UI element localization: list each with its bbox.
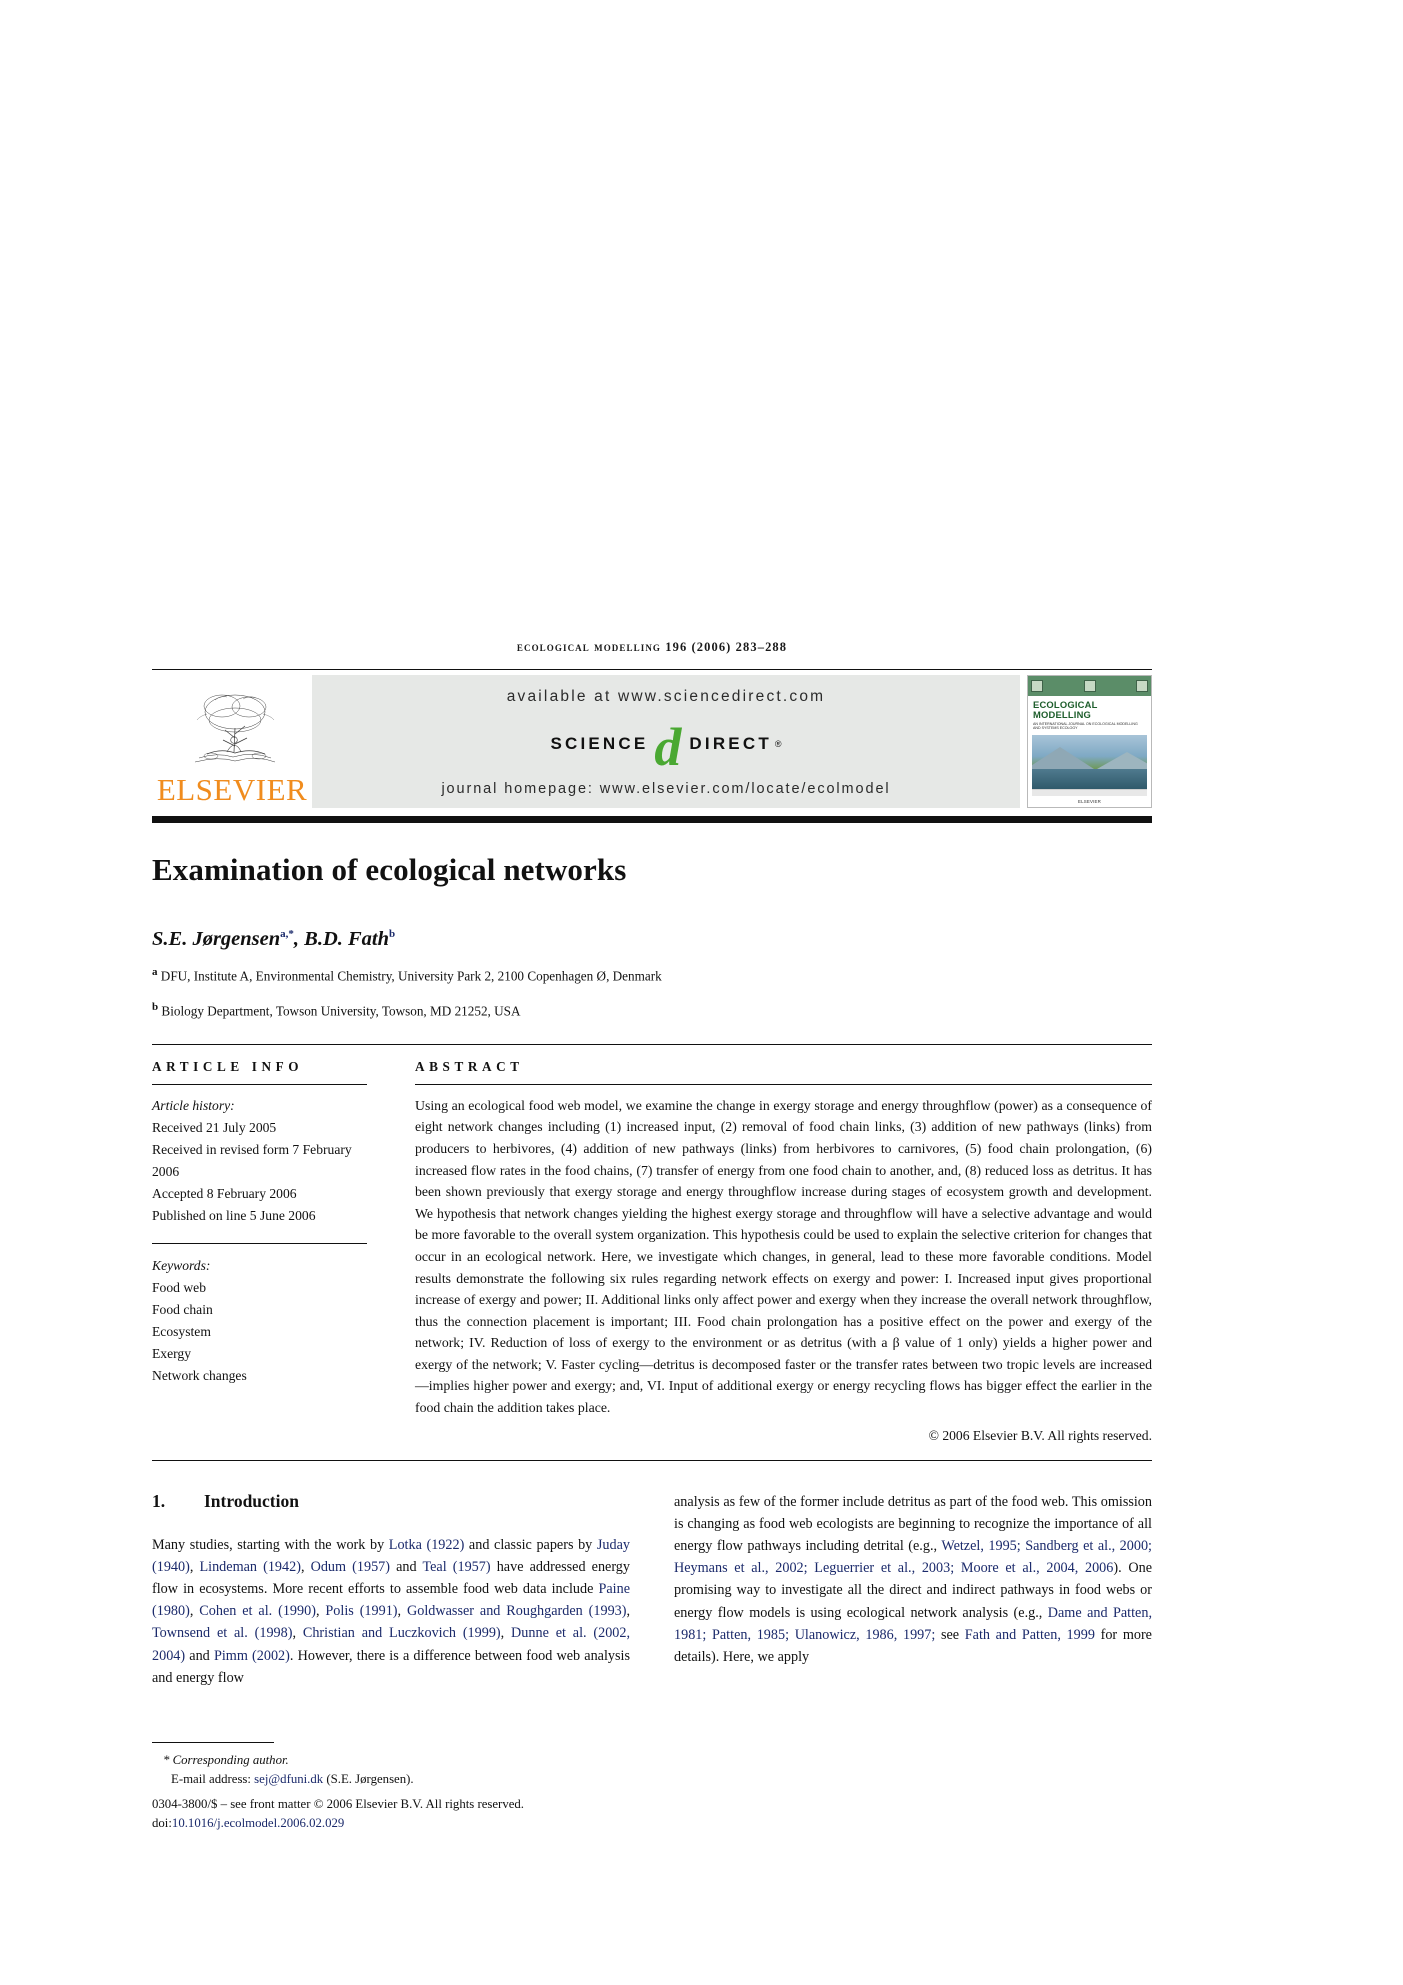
- sciencedirect-banner: available at www.sciencedirect.com SCIEN…: [312, 675, 1020, 808]
- intro-paragraph-left: Many studies, starting with the work by …: [152, 1536, 631, 1686]
- article-info-rule: [152, 1083, 367, 1085]
- affiliation-a-text: DFU, Institute A, Environmental Chemistr…: [160, 968, 662, 984]
- cover-mountain-shape: [1097, 752, 1147, 770]
- section-title-text: Introduction: [204, 1490, 299, 1511]
- doi-line: doi:10.1016/j.ecolmodel.2006.02.029: [152, 1814, 600, 1833]
- email-label: E-mail address:: [171, 1772, 251, 1787]
- sciencedirect-science-word: SCIENCE: [550, 734, 649, 754]
- page-title: Examination of ecological networks: [152, 852, 627, 887]
- article-history-block: Article history: Received 21 July 2005 R…: [152, 1095, 367, 1227]
- cover-mountain-shape: [1032, 747, 1094, 770]
- masthead: ELSEVIER available at www.sciencedirect.…: [152, 669, 1152, 808]
- cover-journal-subtitle: AN INTERNATIONAL JOURNAL ON ECOLOGICAL M…: [1033, 721, 1138, 731]
- page-sheet: ECOLOGICAL MODELLING 196 (2006) 283–288: [0, 0, 1403, 1985]
- cover-journal-title: ECOLOGICAL MODELLING: [1033, 699, 1098, 720]
- running-head: ECOLOGICAL MODELLING 196 (2006) 283–288: [516, 640, 788, 654]
- cover-square-icon: [1031, 680, 1043, 692]
- keyword-item: Food web: [152, 1280, 206, 1296]
- keyword-item: Food chain: [152, 1302, 213, 1318]
- keyword-item: Exergy: [152, 1346, 192, 1362]
- elsevier-tree-icon: [194, 694, 276, 763]
- email-owner: (S.E. Jørgensen).: [326, 1772, 414, 1787]
- abstract-bottom-rule: [152, 1459, 1152, 1461]
- abstract-rule: [415, 1083, 1152, 1085]
- history-line: 2006: [152, 1163, 180, 1179]
- journal-homepage-text: journal homepage: www.elsevier.com/locat…: [441, 780, 891, 797]
- cover-square-icon: [1083, 680, 1096, 692]
- info-section-top-rule: [152, 1043, 1152, 1045]
- history-line: Received 21 July 2005: [152, 1119, 277, 1135]
- elsevier-logo: ELSEVIER: [152, 675, 312, 808]
- abstract-heading: ABSTRACT: [415, 1058, 524, 1074]
- cover-top-band: [1028, 676, 1151, 696]
- cover-divider: [1032, 789, 1147, 796]
- doi-link[interactable]: 10.1016/j.ecolmodel.2006.02.029: [172, 1816, 344, 1830]
- corresponding-author-note: * Corresponding author.: [163, 1753, 289, 1767]
- footnote-rule: [152, 1742, 274, 1743]
- email-address-link[interactable]: sej@dfuni.dk: [254, 1772, 323, 1786]
- article-info-column: ARTICLE INFO Article history: Received 2…: [152, 1059, 389, 1444]
- body-columns: 1. Introduction Many studies, starting w…: [152, 1491, 1152, 1690]
- body-column-right: analysis as few of the former include de…: [674, 1491, 1152, 1690]
- sciencedirect-d-icon: d: [654, 717, 682, 778]
- cover-publisher-text: ELSEVIER: [1077, 799, 1102, 804]
- elsevier-wordmark: ELSEVIER: [156, 772, 308, 807]
- affiliation-marker-b: b: [152, 1001, 159, 1014]
- available-at-text: available at www.sciencedirect.com: [506, 688, 826, 705]
- affiliation-b: b Biology Department, Towson University,…: [152, 999, 1152, 1021]
- issn-copyright-line: 0304-3800/$ – see front matter © 2006 El…: [152, 1796, 524, 1811]
- history-line: Published on line 5 June 2006: [152, 1207, 316, 1223]
- article-info-heading: ARTICLE INFO: [152, 1058, 304, 1074]
- article-content: ECOLOGICAL MODELLING 196 (2006) 283–288: [152, 640, 1152, 1689]
- affiliation-b-text: Biology Department, Towson University, T…: [161, 1003, 521, 1019]
- cover-square-icon: [1136, 680, 1148, 692]
- history-line: Received in revised form 7 February: [152, 1141, 352, 1157]
- copyright-line: © 2006 Elsevier B.V. All rights reserved…: [928, 1427, 1152, 1443]
- sciencedirect-direct-word: DIRECT: [689, 734, 772, 754]
- journal-cover-thumbnail: ECOLOGICAL MODELLING AN INTERNATIONAL JO…: [1027, 675, 1152, 808]
- abstract-column: ABSTRACT Using an ecological food web mo…: [389, 1059, 1152, 1444]
- article-history-label: Article history:: [152, 1097, 235, 1113]
- body-column-left: 1. Introduction Many studies, starting w…: [152, 1491, 630, 1690]
- intro-paragraph-right: analysis as few of the former include de…: [674, 1493, 1152, 1666]
- keyword-item: Ecosystem: [152, 1324, 211, 1340]
- cover-photo: [1032, 734, 1147, 791]
- section-number: 1.: [152, 1490, 166, 1511]
- cover-water-shape: [1032, 769, 1147, 791]
- section-heading-introduction: 1. Introduction: [152, 1491, 630, 1512]
- info-abstract-row: ARTICLE INFO Article history: Received 2…: [152, 1059, 1152, 1444]
- doi-label: doi:: [152, 1816, 172, 1831]
- masthead-bottom-rule: [152, 816, 1152, 823]
- history-line: Accepted 8 February 2006: [152, 1185, 297, 1201]
- author-list: S.E. Jørgensena,*, B.D. Fathb: [152, 928, 396, 950]
- email-line: E-mail address: sej@dfuni.dk (S.E. Jørge…: [152, 1770, 600, 1789]
- affiliation-a: a DFU, Institute A, Environmental Chemis…: [152, 964, 1152, 986]
- keywords-label: Keywords:: [152, 1258, 211, 1273]
- sciencedirect-logo: SCIENCE d DIRECT ®: [338, 717, 994, 778]
- affiliation-marker-a: a: [152, 966, 158, 978]
- registered-trademark-icon: ®: [774, 739, 782, 750]
- keyword-item: Network changes: [152, 1368, 247, 1384]
- keywords-rule: [152, 1243, 367, 1244]
- footnote-block: * Corresponding author. E-mail address: …: [152, 1742, 600, 1833]
- keywords-block: Keywords: Food web Food chain Ecosystem …: [152, 1255, 367, 1387]
- abstract-text: Using an ecological food web model, we e…: [415, 1097, 1152, 1415]
